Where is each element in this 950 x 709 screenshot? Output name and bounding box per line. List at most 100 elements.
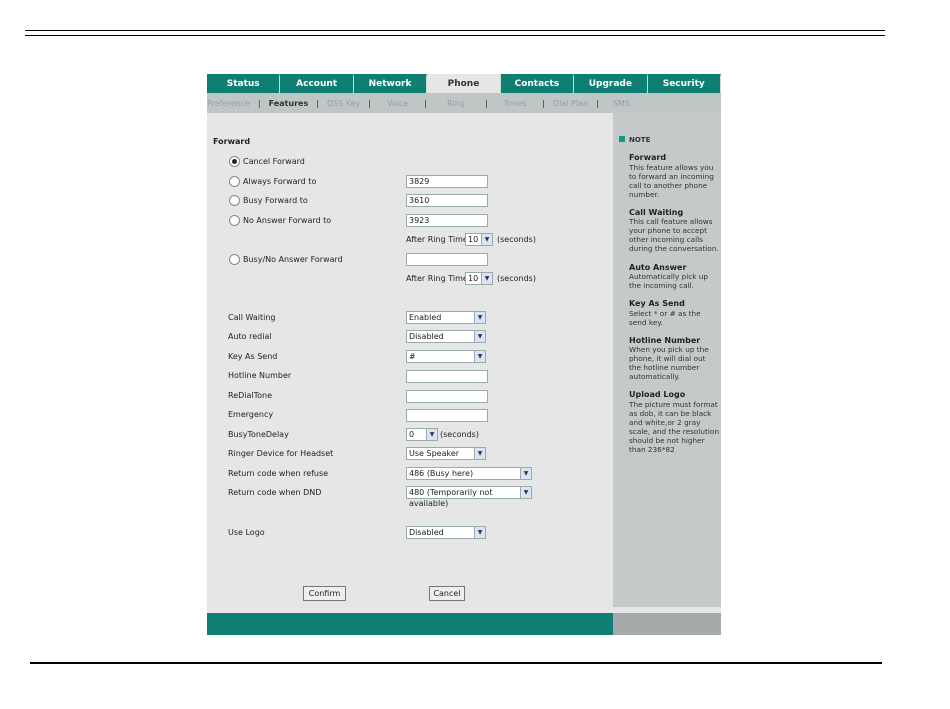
chevron-down-icon: ▼ bbox=[474, 312, 485, 323]
after-ring-time-value: 10 bbox=[468, 235, 479, 244]
note-call-waiting-text: This call feature allows your phone to a… bbox=[629, 217, 719, 253]
ringer-device-label: Ringer Device for Headset bbox=[228, 449, 334, 458]
tab-security[interactable]: Security bbox=[647, 74, 721, 93]
tab-contacts[interactable]: Contacts bbox=[500, 74, 575, 93]
subnav-tones[interactable]: Tones bbox=[490, 99, 541, 108]
ringer-device-value: Use Speaker bbox=[409, 449, 460, 458]
note-title: NOTE bbox=[629, 136, 651, 144]
tab-status[interactable]: Status bbox=[207, 74, 281, 93]
call-waiting-select[interactable]: Enabled ▼ bbox=[406, 311, 486, 324]
busy-forward-label: Busy Forward to bbox=[243, 196, 308, 205]
separator: | bbox=[368, 98, 371, 108]
separator: | bbox=[542, 98, 545, 108]
chevron-down-icon: ▼ bbox=[474, 331, 485, 342]
call-waiting-value: Enabled bbox=[409, 313, 442, 322]
confirm-button[interactable]: Confirm bbox=[303, 586, 346, 601]
separator: | bbox=[316, 98, 319, 108]
subnav-features[interactable]: Features bbox=[263, 99, 315, 108]
chevron-down-icon: ▼ bbox=[426, 429, 437, 440]
separator: | bbox=[424, 98, 427, 108]
separator: | bbox=[484, 98, 488, 108]
busy-tone-delay-value: 0 bbox=[409, 430, 415, 439]
emergency-input[interactable] bbox=[406, 409, 488, 422]
main-tabs: Status Account Network Phone Contacts Up… bbox=[207, 74, 721, 93]
return-code-dnd-label: Return code when DND bbox=[228, 488, 322, 497]
always-forward-label: Always Forward to bbox=[243, 177, 317, 186]
after-ring-time-select[interactable]: 10 ▼ bbox=[465, 233, 493, 246]
subnav-dial-plan[interactable]: Dial Plan bbox=[547, 99, 594, 108]
chevron-down-icon: ▼ bbox=[520, 468, 531, 479]
forward-section-title: Forward bbox=[213, 137, 251, 146]
call-waiting-label: Call Waiting bbox=[228, 313, 276, 322]
auto-redial-select[interactable]: Disabled ▼ bbox=[406, 330, 486, 343]
tab-upgrade[interactable]: Upgrade bbox=[574, 74, 648, 93]
tab-phone[interactable]: Phone bbox=[427, 74, 501, 93]
chevron-down-icon: ▼ bbox=[481, 273, 492, 284]
always-forward-input[interactable]: 3829 bbox=[406, 175, 488, 188]
redial-tone-input[interactable] bbox=[406, 390, 488, 403]
use-logo-select[interactable]: Disabled ▼ bbox=[406, 526, 486, 539]
subnav-preference[interactable]: Preference bbox=[207, 99, 256, 108]
auto-redial-label: Auto redial bbox=[228, 332, 272, 341]
after-ring-time-select-2[interactable]: 10 ▼ bbox=[465, 272, 493, 285]
no-answer-forward-radio[interactable] bbox=[229, 215, 240, 226]
cancel-forward-label: Cancel Forward bbox=[243, 157, 305, 166]
redial-tone-label: ReDialTone bbox=[228, 391, 273, 400]
return-code-refuse-value: 486 (Busy here) bbox=[409, 469, 474, 478]
top-rule-2 bbox=[25, 35, 885, 36]
separator: | bbox=[596, 98, 599, 108]
note-auto-answer-text: Automatically pick up the incoming call. bbox=[629, 272, 709, 290]
features-form: Forward Cancel Forward Always Forward to… bbox=[207, 113, 613, 613]
sub-navigation: Preference | Features | DSS Key | Voice … bbox=[207, 93, 721, 113]
note-upload-logo-text: The picture must format as dob, it can b… bbox=[629, 400, 720, 454]
cancel-button[interactable]: Cancel bbox=[429, 586, 465, 601]
hotline-number-label: Hotline Number bbox=[228, 371, 292, 380]
always-forward-radio[interactable] bbox=[229, 176, 240, 187]
tab-account[interactable]: Account bbox=[280, 74, 354, 93]
busy-tone-delay-select[interactable]: 0 ▼ bbox=[406, 428, 438, 441]
chevron-down-icon: ▼ bbox=[520, 487, 531, 498]
return-code-refuse-label: Return code when refuse bbox=[228, 469, 329, 478]
key-as-send-value: # bbox=[409, 352, 416, 361]
separator: | bbox=[257, 98, 261, 108]
key-as-send-select[interactable]: # ▼ bbox=[406, 350, 486, 363]
seconds-label: (seconds) bbox=[497, 235, 536, 244]
no-answer-forward-label: No Answer Forward to bbox=[243, 216, 332, 225]
after-ring-time-value-2: 10 bbox=[468, 274, 479, 283]
return-code-refuse-select[interactable]: 486 (Busy here) ▼ bbox=[406, 467, 532, 480]
top-rule-1 bbox=[25, 30, 885, 31]
busy-tone-delay-label: BusyToneDelay bbox=[228, 430, 289, 439]
note-auto-answer-heading: Auto Answer bbox=[629, 263, 687, 272]
subnav-voice[interactable]: Voice bbox=[373, 99, 422, 108]
cancel-forward-radio[interactable] bbox=[229, 156, 240, 167]
note-call-waiting-heading: Call Waiting bbox=[629, 208, 684, 217]
after-ring-time-label-2: After Ring Time bbox=[406, 274, 468, 283]
tab-network[interactable]: Network bbox=[353, 74, 428, 93]
emergency-label: Emergency bbox=[228, 410, 274, 419]
use-logo-value: Disabled bbox=[409, 528, 444, 537]
hotline-number-input[interactable] bbox=[406, 370, 488, 383]
note-hotline-heading: Hotline Number bbox=[629, 336, 701, 345]
subnav-dss-key[interactable]: DSS Key bbox=[321, 99, 366, 108]
chevron-down-icon: ▼ bbox=[474, 351, 485, 362]
use-logo-label: Use Logo bbox=[228, 528, 265, 537]
note-key-as-send-text: Select * or # as the send key. bbox=[629, 309, 701, 327]
footer-side-bar bbox=[613, 613, 721, 635]
no-answer-forward-input[interactable]: 3923 bbox=[406, 214, 488, 227]
note-upload-logo-heading: Upload Logo bbox=[629, 390, 686, 399]
busy-tone-delay-seconds: (seconds) bbox=[440, 430, 479, 439]
auto-redial-value: Disabled bbox=[409, 332, 444, 341]
busy-forward-input[interactable]: 3610 bbox=[406, 194, 488, 207]
subnav-sms[interactable]: SMS bbox=[601, 99, 636, 108]
ringer-device-select[interactable]: Use Speaker ▼ bbox=[406, 447, 486, 460]
busy-no-answer-input[interactable] bbox=[406, 253, 488, 266]
return-code-dnd-select[interactable]: 480 (Temporarily not available) ▼ bbox=[406, 486, 532, 508]
bottom-rule bbox=[30, 662, 882, 664]
busy-no-answer-label: Busy/No Answer Forward bbox=[243, 255, 343, 264]
note-forward-heading: Forward bbox=[629, 153, 667, 162]
footer-bar bbox=[207, 613, 613, 635]
seconds-label-2: (seconds) bbox=[497, 274, 536, 283]
busy-no-answer-radio[interactable] bbox=[229, 254, 240, 265]
busy-forward-radio[interactable] bbox=[229, 195, 240, 206]
subnav-ring[interactable]: Ring bbox=[429, 99, 483, 108]
